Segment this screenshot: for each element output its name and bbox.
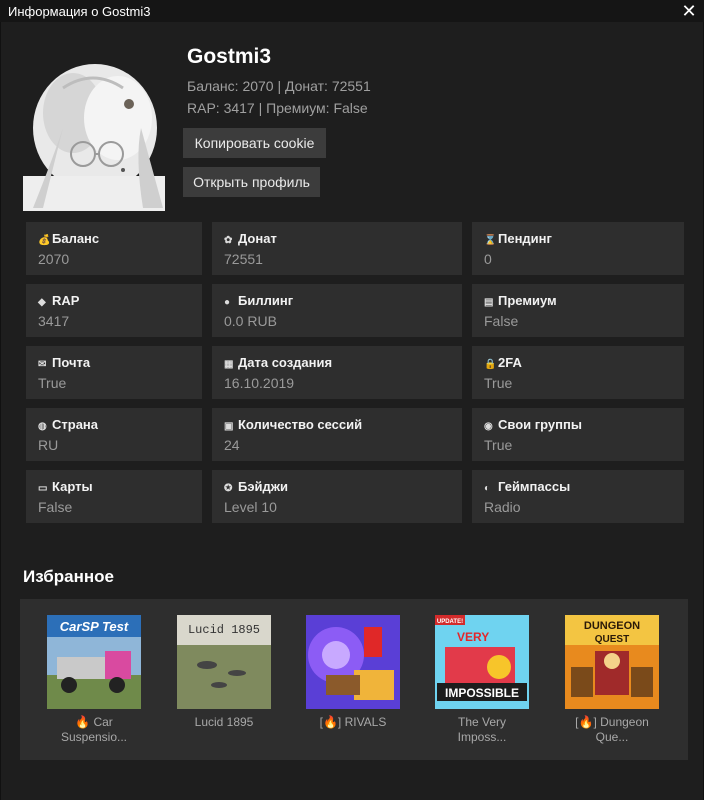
favorites-heading: Избранное [23, 567, 114, 586]
stat-card-cards: ▭ Карты False [26, 470, 202, 523]
stat-label: Донат [238, 231, 277, 246]
stat-value: 72551 [224, 251, 263, 267]
card-icon: ▭ [38, 483, 48, 494]
game-name: 🔥 Car Suspensio... [60, 715, 128, 744]
stat-label: Карты [52, 479, 93, 494]
stat-label: Баланс [52, 231, 100, 246]
game-name: [🔥] RIVALS [319, 715, 387, 729]
copy-cookie-button[interactable]: Копировать cookie [183, 128, 326, 158]
stat-value: True [38, 375, 67, 391]
thumb-caption: IMPOSSIBLE [445, 686, 519, 700]
stat-value: 16.10.2019 [224, 375, 295, 391]
window-title: Информация о Gostmi3 [8, 4, 151, 19]
lock-icon: 🔒 [484, 359, 497, 370]
thumb-caption-secondary: QUEST [595, 634, 629, 645]
thumb-caption: Lucid 1895 [188, 623, 260, 637]
stat-card-2fa: 🔒 2FA True [472, 346, 684, 399]
stat-label: Страна [52, 417, 99, 432]
gem-icon: ◆ [38, 297, 46, 308]
stat-card-gamepasses: ◐ Геймпассы Radio [472, 470, 684, 523]
stat-label: Геймпассы [498, 479, 571, 494]
stat-value: 0.0 RUB [224, 313, 277, 329]
stat-value: RU [38, 437, 59, 453]
stat-value: 24 [224, 437, 240, 453]
stat-card-billing: ● Биллинг 0.0 RUB [212, 284, 462, 337]
username: Gostmi3 [187, 45, 272, 68]
stat-card-premium: ▤ Премиум False [472, 284, 684, 337]
stat-card-sessions: ▣ Количество сессий 24 [212, 408, 462, 461]
premium-icon: ▤ [484, 297, 494, 308]
globe-icon: ◍ [38, 421, 47, 432]
hourglass-icon: ⌛ [484, 235, 497, 246]
avatar [23, 58, 165, 211]
game-thumbnail[interactable]: Lucid 1895 [177, 615, 271, 709]
stat-card-created: ▦ Дата создания 16.10.2019 [212, 346, 462, 399]
stat-label: Дата создания [238, 355, 333, 370]
game-name: The Very Imposs... [457, 715, 507, 744]
balance-donate-line: Баланс: 2070 | Донат: 72551 [187, 78, 371, 94]
open-profile-button[interactable]: Открыть профиль [183, 167, 320, 197]
thumb-caption: CarSP Test [60, 619, 129, 634]
favorite-game-lucid-1895[interactable]: Lucid 1895 Lucid 1895 [176, 615, 272, 730]
stat-card-rap: ◆ RAP 3417 [26, 284, 202, 337]
game-thumbnail[interactable]: DUNGEON QUEST [565, 615, 659, 709]
stat-card-badges: ✪ Бэйджи Level 10 [212, 470, 462, 523]
stat-label: Почта [52, 355, 91, 370]
stat-value: Level 10 [224, 499, 277, 515]
stat-card-donate: ✿ Донат 72551 [212, 222, 462, 275]
stat-label: Биллинг [238, 293, 294, 308]
favorite-game-dungeon-quest[interactable]: DUNGEON QUEST [🔥] Dungeon Que... [564, 615, 660, 745]
thumb-caption: DUNGEON [584, 620, 640, 632]
stat-label: Бэйджи [238, 479, 288, 494]
mailbox-icon: ✉ [38, 359, 47, 370]
badge-icon: ✪ [224, 483, 233, 494]
stat-value: Radio [484, 499, 521, 515]
stat-card-pending: ⌛ Пендинг 0 [472, 222, 684, 275]
favorite-game-rivals[interactable]: [🔥] RIVALS [305, 615, 401, 730]
avatar-image [23, 58, 165, 211]
stat-label: Свои группы [498, 417, 582, 432]
game-thumbnail[interactable] [306, 615, 400, 709]
money-bag-icon: 💰 [38, 235, 51, 246]
stat-label: Пендинг [498, 231, 552, 246]
favorite-game-car-suspension[interactable]: CarSP Test 🔥 Car Suspensio... [46, 615, 142, 745]
stat-label: RAP [52, 293, 80, 308]
game-thumbnail[interactable]: CarSP Test [47, 615, 141, 709]
window-body: Gostmi3 Баланс: 2070 | Донат: 72551 RAP:… [0, 22, 704, 800]
favorites-panel: CarSP Test 🔥 Car Suspensio... Lucid 1895 [20, 599, 688, 760]
stat-label: 2FA [498, 355, 522, 370]
stat-value: False [38, 499, 73, 515]
stat-value: False [484, 313, 519, 329]
stat-label: Премиум [498, 293, 557, 308]
sessions-icon: ▣ [224, 421, 234, 432]
gamepad-icon: ◐ [484, 483, 491, 494]
stat-value: 3417 [38, 313, 70, 329]
thumb-caption-secondary: VERY [457, 630, 489, 644]
stat-card-country: ◍ Страна RU [26, 408, 202, 461]
stat-card-email: ✉ Почта True [26, 346, 202, 399]
calendar-icon: ▦ [224, 359, 234, 370]
favorite-game-very-impossible[interactable]: UPDATE! VERY IMPOSSIBLE The Very Imposs.… [434, 615, 530, 745]
stat-value: 0 [484, 251, 492, 267]
game-name: Lucid 1895 [194, 715, 254, 729]
stat-value: True [484, 375, 513, 391]
title-bar: Информация о Gostmi3 ✕ [0, 0, 704, 22]
stat-value: True [484, 437, 513, 453]
thumb-badge: UPDATE! [437, 619, 463, 625]
close-icon[interactable]: ✕ [678, 0, 700, 22]
billing-icon: ● [224, 297, 231, 308]
groups-icon: ◉ [484, 421, 493, 432]
stat-label: Количество сессий [238, 417, 363, 432]
donate-icon: ✿ [224, 235, 233, 246]
stat-card-balance: 💰 Баланс 2070 [26, 222, 202, 275]
game-thumbnail[interactable]: UPDATE! VERY IMPOSSIBLE [435, 615, 529, 709]
stat-value: 2070 [38, 251, 70, 267]
game-name: [🔥] Dungeon Que... [575, 715, 649, 744]
rap-premium-line: RAP: 3417 | Премиум: False [187, 100, 368, 116]
stat-card-groups: ◉ Свои группы True [472, 408, 684, 461]
